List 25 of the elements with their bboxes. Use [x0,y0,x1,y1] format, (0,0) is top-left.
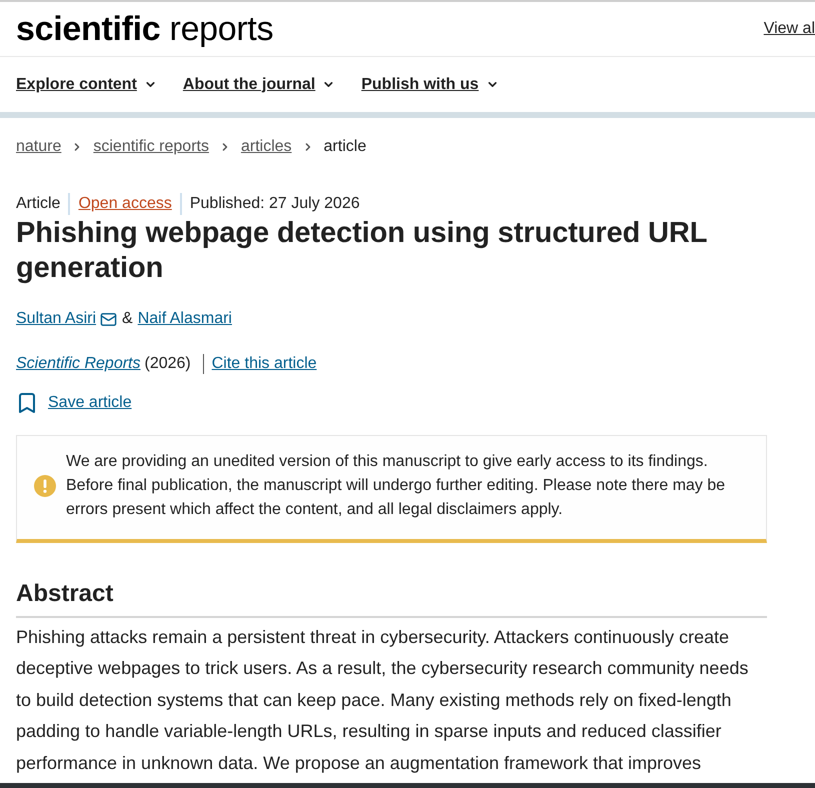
warning-icon [34,475,56,497]
publication-year: (2026) [144,354,191,374]
nav-menu-button[interactable]: Publish with us [361,72,499,96]
nav-menu-button[interactable]: About the journal [182,72,336,96]
journal-link[interactable]: Scientific Reports [16,352,140,376]
author-link[interactable]: Naif Alasmari [138,307,232,331]
breadcrumb-link[interactable]: articles [240,135,292,159]
breadcrumb-current: article [324,137,366,157]
journal-logo[interactable]: scientific reports [16,12,274,46]
notice-text: We are providing an unedited version of this manuscript to give early access to its findings. Before final publication, the manuscript will undergo further editing. Please note there may be errors present which affect the content, and all legal disclaimers apply. [66,452,726,520]
save-article-button[interactable]: Save article [16,391,132,415]
author-separator: & [122,309,133,329]
cite-article-link[interactable]: Cite this article [212,352,317,376]
nav-menu-button[interactable]: Explore content [16,72,157,96]
mail-icon[interactable] [100,310,118,328]
published-date: Published: 27 July 2026 [190,194,360,214]
abstract-heading: Abstract [16,579,767,618]
author-link[interactable]: Sultan Asiri [16,307,96,331]
article-type: Article [16,194,60,214]
breadcrumb-link[interactable]: scientific reports [93,135,209,159]
breadcrumb-link[interactable]: nature [16,135,62,159]
abstract-text: Phishing attacks remain a persistent threat in cybersecurity. Attackers continuously create deceptive webpages to trick users. As a result, the cybersecurity research community needs to build detection systems that can keep pace. Many existing methods rely on fixed-length padding to handle variable-length URLs, resulting in sparse inputs and reduced classifier performance in unknown data. We propose an augmentation framework that improves [16,626,750,775]
article-title: Phishing webpage detection using structured URL generation [16,216,708,286]
view-all-link[interactable]: View al [764,17,815,41]
open-access-link[interactable]: Open access [78,192,172,216]
